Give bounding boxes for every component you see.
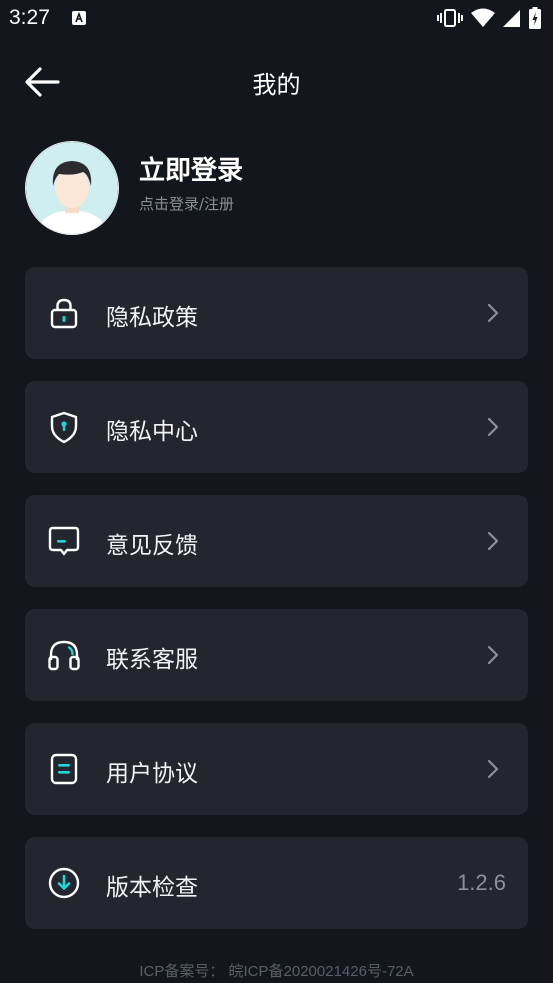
- menu-item-customer-service[interactable]: 联系客服: [25, 609, 528, 701]
- notification-a-icon: [72, 11, 86, 25]
- login-subtitle: 点击登录/注册: [139, 195, 235, 213]
- battery-icon: [529, 7, 541, 29]
- menu-item-privacy-center[interactable]: 隐私中心: [25, 381, 528, 473]
- status-time: 3:27: [9, 6, 50, 29]
- menu-item-label: 版本检查: [106, 875, 198, 901]
- menu-item-privacy-policy[interactable]: 隐私政策: [25, 267, 528, 359]
- menu-item-feedback[interactable]: 意见反馈: [25, 495, 528, 587]
- wifi-icon: [471, 8, 495, 27]
- menu-item-label: 隐私政策: [106, 305, 198, 331]
- login-title[interactable]: 立即登录: [139, 150, 243, 187]
- avatar[interactable]: [25, 141, 119, 235]
- chevron-right-icon: [487, 417, 499, 437]
- login-profile-card[interactable]: 立即登录 点击登录/注册: [25, 141, 525, 236]
- icp-footer: ICP备案号： 皖ICP备2020021426号-72A: [139, 963, 414, 980]
- download-icon: [48, 867, 80, 899]
- status-icons: [437, 7, 541, 29]
- document-icon: [50, 753, 78, 785]
- chevron-right-icon: [487, 759, 499, 779]
- chevron-right-icon: [487, 531, 499, 551]
- menu-item-user-agreement[interactable]: 用户协议: [25, 723, 528, 815]
- signal-icon: [503, 10, 520, 27]
- chevron-right-icon: [487, 645, 499, 665]
- lock-icon: [50, 298, 78, 329]
- settings-menu: 隐私政策 隐私中心 意见反馈 联系客服 用户协议 版本检查 1.2.6: [25, 267, 528, 951]
- menu-item-label: 联系客服: [106, 647, 198, 673]
- page-title: 我的: [252, 71, 301, 99]
- menu-item-label: 用户协议: [106, 761, 198, 787]
- chevron-right-icon: [487, 303, 499, 323]
- feedback-icon: [48, 526, 80, 556]
- headset-icon: [48, 640, 80, 671]
- version-number: 1.2.6: [457, 870, 506, 895]
- vibrate-icon: [437, 9, 463, 27]
- default-avatar-icon: [26, 142, 118, 234]
- menu-item-label: 意见反馈: [106, 533, 198, 559]
- shield-icon: [50, 411, 78, 444]
- menu-item-version-check[interactable]: 版本检查 1.2.6: [25, 837, 528, 929]
- top-bar: 我的: [0, 56, 553, 106]
- menu-item-label: 隐私中心: [106, 419, 198, 445]
- status-bar: 3:27: [0, 0, 553, 38]
